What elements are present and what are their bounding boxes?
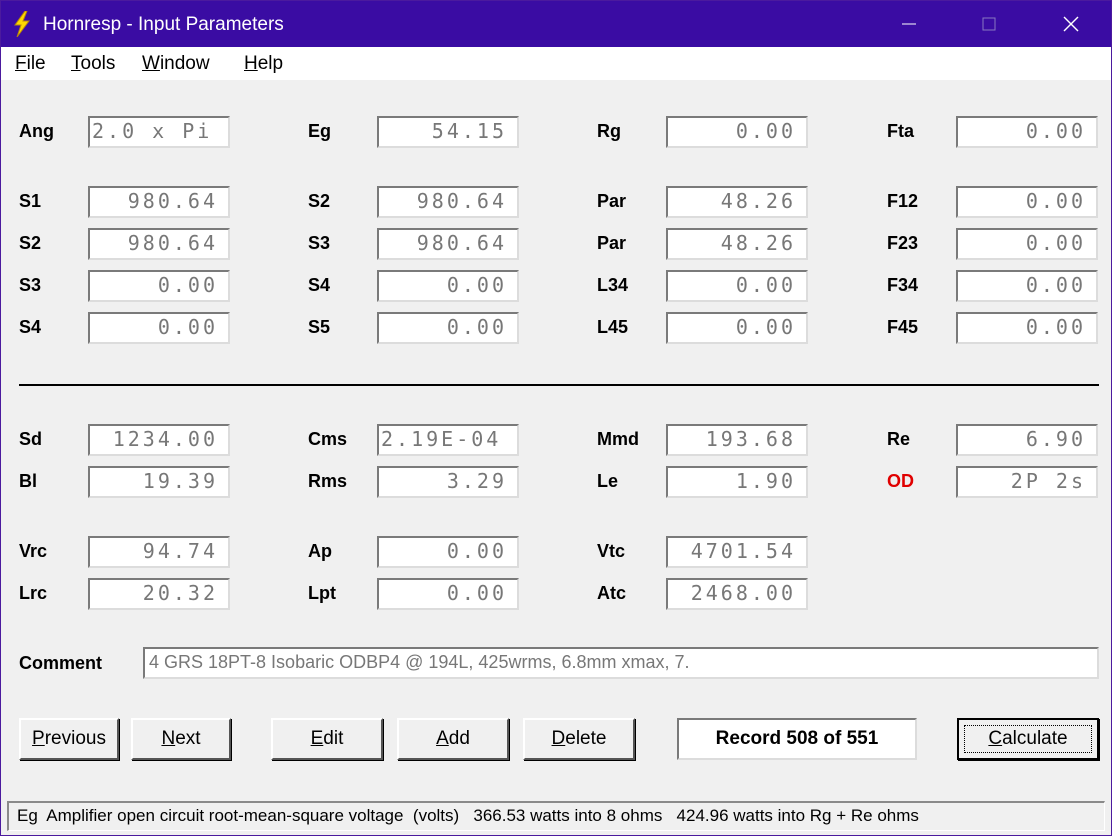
bl-label: Bl — [19, 471, 37, 491]
vrc-field[interactable]: 94.74 — [88, 536, 230, 568]
re-label: Re — [887, 429, 911, 449]
par2-field[interactable]: 48.26 — [666, 228, 808, 260]
lrc-field[interactable]: 20.32 — [88, 578, 230, 610]
calculate-button[interactable]: Calculate — [957, 718, 1099, 760]
menu-help[interactable]: Help — [244, 53, 283, 75]
s4-field[interactable]: 0.00 — [377, 270, 519, 302]
le-field[interactable]: 1.90 — [666, 466, 808, 498]
rms-label: Rms — [308, 471, 348, 491]
re-field[interactable]: 6.90 — [956, 424, 1098, 456]
minimize-icon — [902, 23, 916, 25]
ang-label: Ang — [19, 121, 54, 141]
f45-label: F45 — [887, 317, 919, 337]
s5-field[interactable]: 0.00 — [377, 312, 519, 344]
status-bar: Eg Amplifier open circuit root-mean-squa… — [7, 801, 1105, 831]
section-divider — [19, 384, 1099, 386]
lrc-label: Lrc — [19, 583, 48, 603]
lpt-label: Lpt — [308, 583, 336, 603]
lpt-field[interactable]: 0.00 — [377, 578, 519, 610]
f45-field[interactable]: 0.00 — [956, 312, 1098, 344]
s4-row4-field[interactable]: 0.00 — [88, 312, 230, 344]
le-label: Le — [597, 471, 619, 491]
l45-label: L45 — [597, 317, 629, 337]
f23-label: F23 — [887, 233, 919, 253]
s3-row3-field[interactable]: 0.00 — [88, 270, 230, 302]
delete-button[interactable]: Delete — [523, 718, 635, 760]
s2-row2-label: S2 — [19, 233, 42, 253]
record-indicator: Record 508 of 551 — [677, 718, 917, 760]
minimize-button[interactable] — [869, 1, 949, 47]
sd-label: Sd — [19, 429, 43, 449]
s2-field[interactable]: 980.64 — [377, 186, 519, 218]
fta-label: Fta — [887, 121, 914, 141]
s4-row4-label: S4 — [19, 317, 42, 337]
fta-field[interactable]: 0.00 — [956, 116, 1098, 148]
rg-label: Rg — [597, 121, 621, 141]
menu-tools[interactable]: Tools — [71, 53, 115, 75]
atc-field[interactable]: 2468.00 — [666, 578, 808, 610]
s2-row2-field[interactable]: 980.64 — [88, 228, 230, 260]
f34-field[interactable]: 0.00 — [956, 270, 1098, 302]
comment-label: Comment — [19, 653, 103, 673]
maximize-icon — [982, 17, 996, 31]
f34-label: F34 — [887, 275, 919, 295]
mmd-label: Mmd — [597, 429, 639, 449]
ap-label: Ap — [308, 541, 332, 561]
eg-label: Eg — [308, 121, 332, 141]
bl-field[interactable]: 19.39 — [88, 466, 230, 498]
sd-field[interactable]: 1234.00 — [88, 424, 230, 456]
eg-field[interactable]: 54.15 — [377, 116, 519, 148]
add-button[interactable]: Add — [397, 718, 509, 760]
od-label[interactable]: OD — [887, 471, 914, 492]
s3-label: S3 — [308, 233, 331, 253]
menu-file[interactable]: File — [15, 53, 46, 75]
edit-button[interactable]: Edit — [271, 718, 383, 760]
ap-field[interactable]: 0.00 — [377, 536, 519, 568]
s4-label: S4 — [308, 275, 331, 295]
vtc-field[interactable]: 4701.54 — [666, 536, 808, 568]
close-icon — [1063, 16, 1079, 32]
previous-button[interactable]: Previous — [19, 718, 119, 760]
od-field[interactable]: 2P 2s — [956, 466, 1098, 498]
s1-field[interactable]: 980.64 — [88, 186, 230, 218]
rms-field[interactable]: 3.29 — [377, 466, 519, 498]
f23-field[interactable]: 0.00 — [956, 228, 1098, 260]
rg-field[interactable]: 0.00 — [666, 116, 808, 148]
ang-field[interactable]: 2.0 x Pi — [88, 116, 230, 148]
s3-row3-label: S3 — [19, 275, 42, 295]
menu-window[interactable]: Window — [142, 53, 210, 75]
f12-label: F12 — [887, 191, 919, 211]
f12-field[interactable]: 0.00 — [956, 186, 1098, 218]
s1-label: S1 — [19, 191, 42, 211]
title-bar[interactable]: Hornresp - Input Parameters — [1, 1, 1111, 47]
atc-label: Atc — [597, 583, 627, 603]
cms-label: Cms — [308, 429, 348, 449]
mmd-field[interactable]: 193.68 — [666, 424, 808, 456]
window-title: Hornresp - Input Parameters — [43, 14, 284, 35]
cms-field[interactable]: 2.19E-04 — [377, 424, 519, 456]
s3-field[interactable]: 980.64 — [377, 228, 519, 260]
menu-bar: File Tools Window Help — [1, 47, 1111, 80]
vrc-label: Vrc — [19, 541, 48, 561]
par1-field[interactable]: 48.26 — [666, 186, 808, 218]
maximize-button[interactable] — [949, 1, 1029, 47]
s2-label: S2 — [308, 191, 331, 211]
l34-field[interactable]: 0.00 — [666, 270, 808, 302]
hornresp-window: Hornresp - Input Parameters File Tools W… — [0, 0, 1112, 836]
close-button[interactable] — [1031, 1, 1111, 47]
next-button[interactable]: Next — [131, 718, 231, 760]
comment-field[interactable]: 4 GRS 18PT-8 Isobaric ODBP4 @ 194L, 425w… — [143, 647, 1099, 679]
l34-label: L34 — [597, 275, 629, 295]
s5-label: S5 — [308, 317, 331, 337]
par1-label: Par — [597, 191, 627, 211]
l45-field[interactable]: 0.00 — [666, 312, 808, 344]
lightning-bolt-icon — [14, 11, 30, 37]
par2-label: Par — [597, 233, 627, 253]
vtc-label: Vtc — [597, 541, 626, 561]
